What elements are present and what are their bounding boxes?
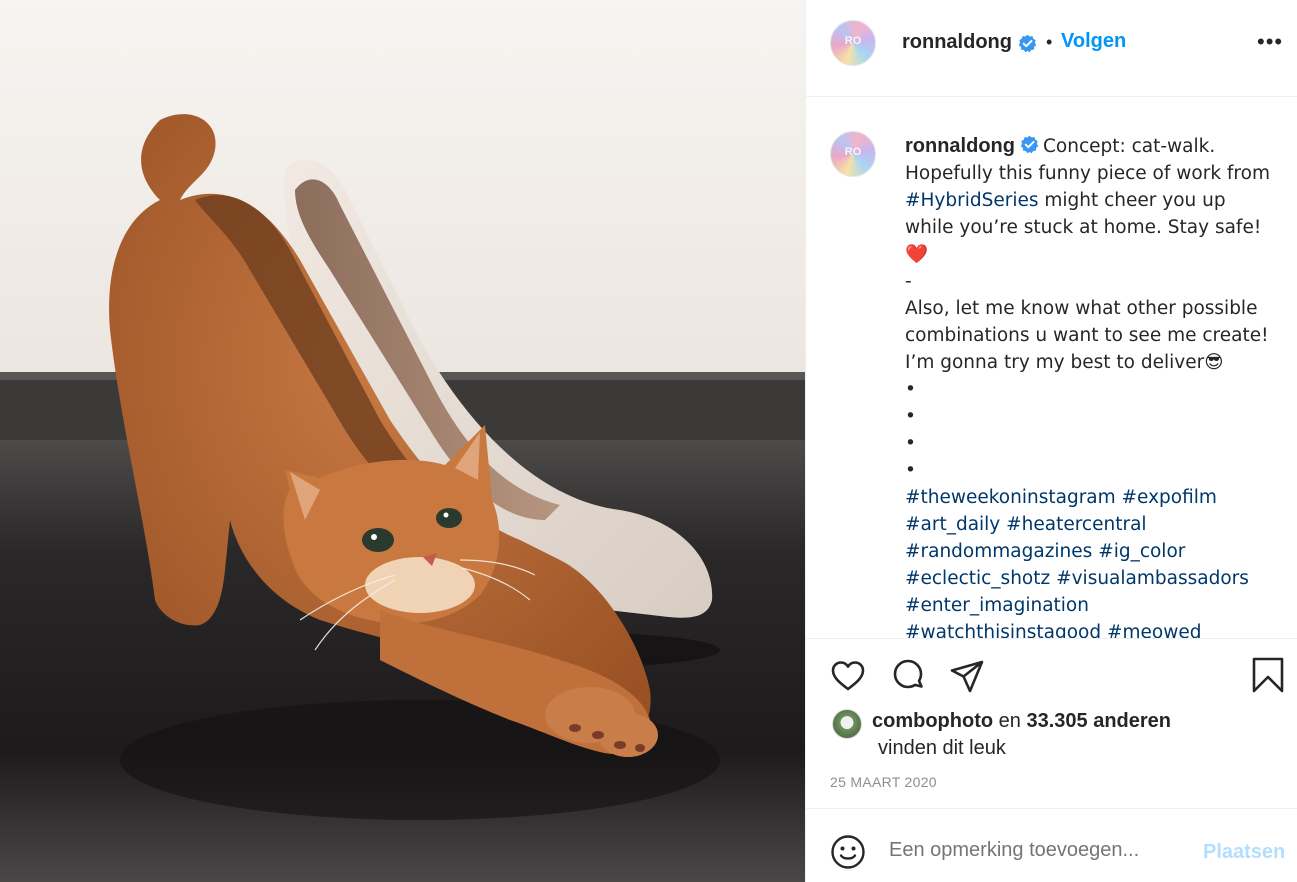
avatar-initials: RO xyxy=(844,35,862,47)
hashtag-link[interactable]: #theweekoninstagram xyxy=(905,487,1116,508)
post-actions: combophoto en 33.305 anderen vinden dit … xyxy=(806,638,1297,808)
caption-avatar-initials: RO xyxy=(844,146,862,158)
hashtag-line: #watchthisinstagood #meowed xyxy=(905,619,1273,638)
liker-avatar[interactable] xyxy=(832,709,862,739)
caption-dash: - xyxy=(905,271,912,292)
post-header: RO ronnaldong • Volgen ••• xyxy=(806,0,1297,97)
caption-bullet: • xyxy=(905,406,916,427)
hashtag-line: #art_daily #heatercentral xyxy=(905,511,1273,538)
header-separator: • xyxy=(1046,32,1053,52)
hashtag-link[interactable]: #HybridSeries xyxy=(905,190,1038,211)
caption-bullet: • xyxy=(905,460,916,481)
bookmark-icon[interactable] xyxy=(1250,656,1286,694)
caption-paragraph-2: Also, let me know what other possible co… xyxy=(905,295,1273,376)
send-icon[interactable] xyxy=(949,658,985,694)
smiley-icon[interactable] xyxy=(830,834,866,870)
hashtag-link[interactable]: #randommagazines xyxy=(905,541,1092,562)
hashtag-link[interactable]: #enter_imagination xyxy=(905,595,1089,616)
author-avatar[interactable]: RO xyxy=(830,20,876,66)
hashtag-line: #theweekoninstagram #expofilm xyxy=(905,484,1273,511)
instagram-post-view: RO ronnaldong • Volgen ••• RO ronnaldong… xyxy=(0,0,1297,882)
caption-author-avatar[interactable]: RO xyxy=(830,131,876,177)
hashtag-line: #randommagazines #ig_color xyxy=(905,538,1273,565)
post-comment-button[interactable]: Plaatsen xyxy=(1203,841,1285,864)
hashtag-link[interactable]: #visualambassadors xyxy=(1056,568,1249,589)
caption-username[interactable]: ronnaldong xyxy=(905,135,1015,157)
caption-verified-badge-icon xyxy=(1020,135,1039,154)
caption-paragraph-1: ronnaldong Concept: cat-walk. Hopefully t… xyxy=(905,133,1273,268)
hashtag-link[interactable]: #ig_color xyxy=(1098,541,1185,562)
comment-input[interactable] xyxy=(889,839,1189,862)
verified-badge-icon xyxy=(1018,34,1037,53)
comments-area[interactable]: RO ronnaldong Concept: cat-walk. Hopefull… xyxy=(806,97,1297,638)
post-photo[interactable] xyxy=(0,0,805,882)
hashtag-link[interactable]: #watchthisinstagood xyxy=(905,622,1101,638)
post-date[interactable]: 25 MAART 2020 xyxy=(830,774,937,790)
hashtag-line: #eclectic_shotz #visualambassadors xyxy=(905,565,1273,592)
more-options-button[interactable]: ••• xyxy=(1257,31,1283,53)
hashtag-link[interactable]: #meowed xyxy=(1107,622,1201,638)
heart-emoji: ❤️ xyxy=(905,244,929,265)
caption-bullet: • xyxy=(905,379,916,400)
add-comment-bar: Plaatsen xyxy=(806,808,1297,882)
post-sidebar: RO ronnaldong • Volgen ••• RO ronnaldong… xyxy=(805,0,1297,882)
likes-suffix: vinden dit leuk xyxy=(878,737,1006,759)
caption-bullet: • xyxy=(905,433,916,454)
cat-shoe-illustration xyxy=(0,0,805,882)
liker-username[interactable]: combophoto xyxy=(872,710,993,732)
heart-icon[interactable] xyxy=(830,658,866,694)
author-username[interactable]: ronnaldong xyxy=(902,31,1012,54)
hashtag-link[interactable]: #heatercentral xyxy=(1006,514,1146,535)
post-caption: ronnaldong Concept: cat-walk. Hopefully t… xyxy=(905,133,1273,638)
comment-icon[interactable] xyxy=(890,658,926,694)
hashtag-link[interactable]: #expofilm xyxy=(1122,487,1217,508)
hashtag-line: #enter_imagination xyxy=(905,592,1273,619)
hashtag-link[interactable]: #art_daily xyxy=(905,514,1000,535)
sunglasses-emoji: 😎 xyxy=(1204,352,1224,373)
likes-summary: combophoto en 33.305 anderen xyxy=(872,710,1171,733)
hashtag-link[interactable]: #eclectic_shotz xyxy=(905,568,1050,589)
likes-count[interactable]: 33.305 anderen xyxy=(1026,710,1171,732)
follow-button[interactable]: Volgen xyxy=(1061,30,1126,53)
likes-connector: en xyxy=(998,710,1021,732)
